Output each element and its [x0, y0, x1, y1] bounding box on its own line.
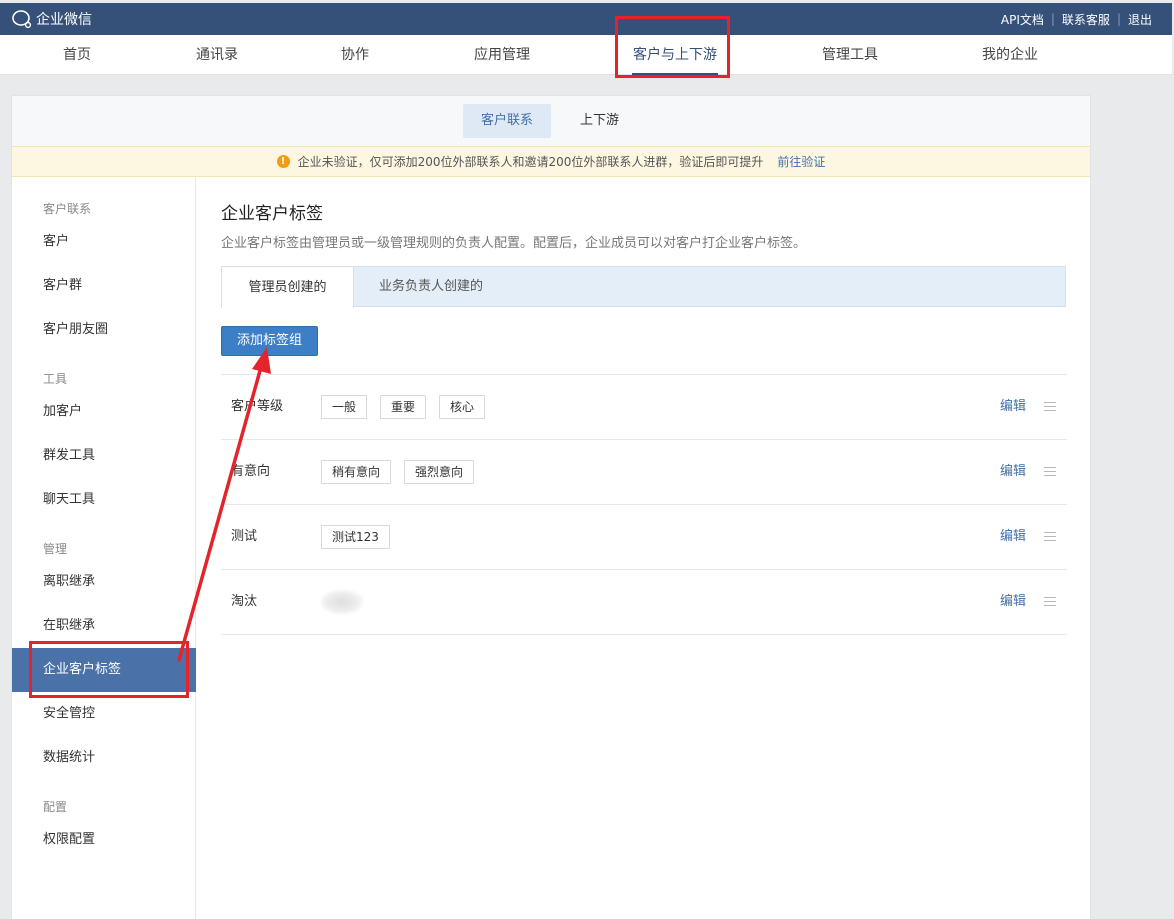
verify-link[interactable]: 前往验证 [777, 153, 825, 170]
edit-link[interactable]: 编辑 [1000, 375, 1026, 439]
nav-management-tools[interactable]: 管理工具 [812, 35, 888, 75]
sidebar: 客户联系 客户 客户群 客户朋友圈 工具 加客户 群发工具 聊天工具 管理 离职… [12, 177, 196, 919]
drag-handle-icon[interactable] [1044, 467, 1056, 476]
edit-link[interactable]: 编辑 [1000, 570, 1026, 634]
nav-home[interactable]: 首页 [40, 35, 114, 75]
sidebar-group-customer-contact: 客户联系 [43, 202, 92, 216]
tag-chip: 测试123 [321, 525, 390, 549]
app-name: 企业微信 [36, 12, 92, 28]
edit-link[interactable]: 编辑 [1000, 505, 1026, 569]
tab-owner-created[interactable]: 业务负责人创建的 [379, 266, 483, 307]
table-row: 测试 测试123 编辑 [221, 505, 1067, 570]
contact-support-link[interactable]: 联系客服 [1062, 11, 1110, 28]
sidebar-item-security-control[interactable]: 安全管控 [12, 692, 196, 736]
separator: | [1050, 12, 1055, 26]
sub-tabs: 客户联系 上下游 [12, 96, 1090, 146]
sidebar-group-tools: 工具 [43, 372, 68, 386]
tag-group-name: 客户等级 [231, 399, 284, 414]
tag-chip: 强烈意向 [404, 460, 475, 484]
edit-link[interactable]: 编辑 [1000, 440, 1026, 504]
sidebar-item-active-transfer[interactable]: 在职继承 [12, 604, 196, 648]
table-row: 有意向 稍有意向 强烈意向 编辑 [221, 440, 1067, 505]
nav-app-management[interactable]: 应用管理 [462, 35, 542, 75]
tag-group-name: 测试 [231, 529, 258, 544]
separator: | [1116, 12, 1121, 26]
tag-group-list: 客户等级 一般 重要 核心 编辑 有意向 稍有意向 强烈意向 编辑 测试 测试1… [221, 374, 1067, 635]
logout-link[interactable]: 退出 [1128, 11, 1152, 28]
sidebar-item-customers[interactable]: 客户 [12, 220, 196, 264]
page-description: 企业客户标签由管理员或一级管理规则的负责人配置。配置后，企业成员可以对客户打企业… [221, 236, 807, 251]
sidebar-item-mass-message[interactable]: 群发工具 [12, 434, 196, 478]
app-logo[interactable]: 企业微信 [11, 9, 92, 29]
verification-notice: ! 企业未验证，仅可添加200位外部联系人和邀请200位外部联系人进群，验证后即… [12, 146, 1090, 177]
page-title: 企业客户标签 [221, 204, 323, 224]
top-links: API文档 | 联系客服 | 退出 [1001, 11, 1152, 28]
table-row: 淘汰 编辑 [221, 570, 1067, 635]
tag-chip: 一般 [321, 395, 368, 419]
sidebar-item-customer-tags[interactable]: 企业客户标签 [12, 648, 196, 692]
nav-collaboration[interactable]: 协作 [320, 35, 390, 75]
drag-handle-icon[interactable] [1044, 597, 1056, 606]
api-docs-link[interactable]: API文档 [1001, 11, 1044, 28]
tag-list: 稍有意向 强烈意向 [321, 460, 487, 484]
sidebar-group-config: 配置 [43, 800, 68, 814]
main-card: 客户联系 上下游 ! 企业未验证，仅可添加200位外部联系人和邀请200位外部联… [11, 95, 1091, 919]
warning-icon: ! [276, 155, 290, 168]
sidebar-item-statistics[interactable]: 数据统计 [12, 736, 196, 780]
sidebar-item-resigned-transfer[interactable]: 离职继承 [12, 560, 196, 604]
subtab-upstream-downstream[interactable]: 上下游 [562, 104, 637, 138]
nav-my-enterprise[interactable]: 我的企业 [970, 35, 1050, 75]
tag-chip: 核心 [439, 395, 486, 419]
sidebar-group-management: 管理 [43, 542, 68, 556]
content-tabs: 管理员创建的 业务负责人创建的 [221, 266, 1066, 308]
notice-text: 企业未验证，仅可添加200位外部联系人和邀请200位外部联系人进群，验证后即可提… [297, 155, 764, 169]
main-nav: 首页 通讯录 协作 应用管理 客户与上下游 管理工具 我的企业 [0, 35, 1172, 75]
wecom-logo-icon [12, 10, 32, 29]
tab-admin-created[interactable]: 管理员创建的 [221, 266, 354, 308]
blurred-tag-chip [321, 590, 363, 614]
tag-list [321, 590, 376, 614]
subtab-customer-contact[interactable]: 客户联系 [463, 104, 552, 138]
table-row: 客户等级 一般 重要 核心 编辑 [221, 375, 1067, 440]
tag-chip: 重要 [380, 395, 427, 419]
sidebar-item-permissions[interactable]: 权限配置 [12, 818, 196, 862]
add-tag-group-button[interactable]: 添加标签组 [221, 326, 318, 356]
nav-customers-partners[interactable]: 客户与上下游 [632, 35, 718, 75]
sidebar-item-customer-groups[interactable]: 客户群 [12, 264, 196, 308]
tag-group-name: 淘汰 [231, 594, 258, 609]
drag-handle-icon[interactable] [1044, 402, 1056, 411]
tag-list: 测试123 [321, 525, 403, 549]
drag-handle-icon[interactable] [1044, 532, 1056, 541]
sidebar-item-moments[interactable]: 客户朋友圈 [12, 308, 196, 352]
sidebar-item-add-customer[interactable]: 加客户 [12, 390, 196, 434]
tag-chip: 稍有意向 [321, 460, 392, 484]
tag-group-name: 有意向 [231, 464, 271, 479]
top-bar: 企业微信 API文档 | 联系客服 | 退出 [0, 3, 1172, 35]
sidebar-item-chat-tools[interactable]: 聊天工具 [12, 478, 196, 522]
nav-contacts[interactable]: 通讯录 [180, 35, 254, 75]
tag-list: 一般 重要 核心 [321, 395, 498, 419]
